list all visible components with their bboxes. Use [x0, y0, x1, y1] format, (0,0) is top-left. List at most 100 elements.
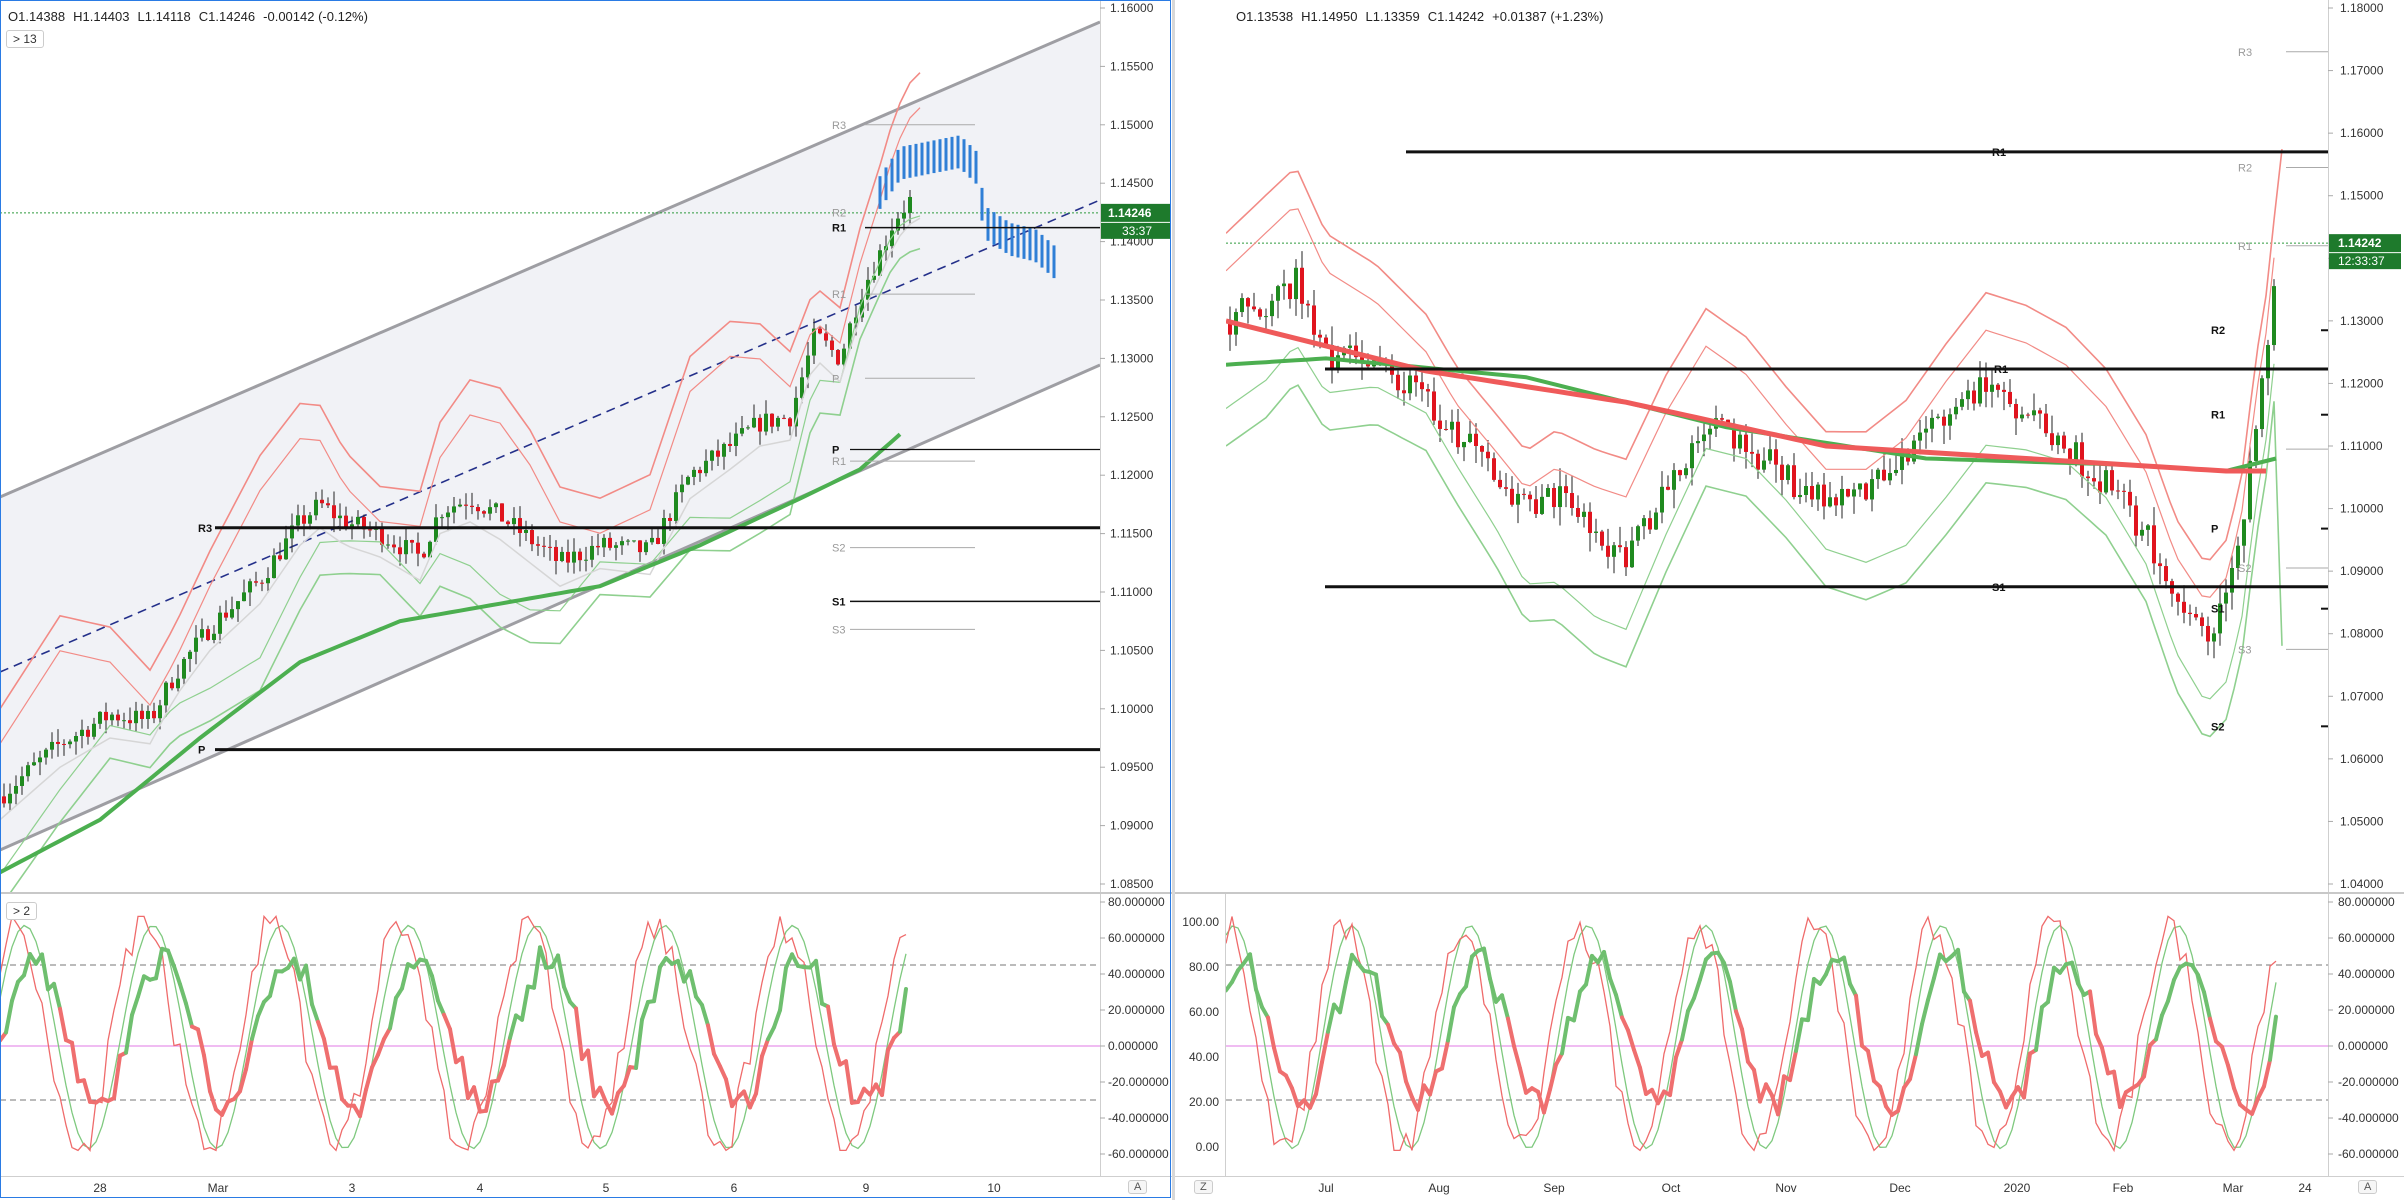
pivot-label: S1	[1992, 582, 2005, 594]
candle-body	[2056, 435, 2060, 446]
candle-body	[1858, 483, 1862, 490]
candle-body	[1408, 375, 1412, 394]
osc-heavy-segment	[1842, 955, 1852, 986]
osc-heavy-segment	[364, 1065, 374, 1092]
osc-heavy-segment	[1266, 1015, 1276, 1050]
pivot-label: R1	[832, 289, 846, 301]
candle-body	[1258, 309, 1262, 317]
candle-body	[248, 581, 252, 593]
left-osc-indicators-toggle[interactable]: > 2	[6, 902, 38, 920]
osc-heavy-segment	[778, 965, 788, 1013]
osc-tick-label: -20.000000	[1108, 1075, 1169, 1089]
candle-body	[494, 503, 498, 508]
candle-body	[1456, 421, 1460, 448]
right-time-axis[interactable]: Jul Aug Sep Oct Nov Dec 2020 Feb Mar 24	[1175, 1176, 2404, 1200]
candle-body	[2044, 413, 2048, 434]
candle-body	[1492, 458, 1496, 480]
candle-body	[1546, 487, 1550, 497]
osc-tick-label: 20.000000	[2338, 1003, 2395, 1017]
right-osc-left-axis[interactable]: 100.00 80.00 60.00 40.00 20.00 0.00	[1175, 894, 1226, 1176]
osc-heavy-segment	[2220, 1044, 2230, 1068]
osc-heavy-segment	[1326, 1002, 1336, 1034]
candle-body	[626, 540, 630, 542]
countdown-text: 12:33:37	[2338, 254, 2385, 268]
candle-body	[1318, 334, 1322, 338]
candle-body	[398, 547, 402, 555]
candle-body	[1780, 464, 1784, 480]
candle-body	[2182, 601, 2186, 613]
time-tick-label: 28	[93, 1181, 107, 1195]
left-osc-axis[interactable]: 80.000000 60.000000 40.000000 20.000000 0.00…	[1100, 894, 1172, 1176]
price-tick-label: 1.11000	[1110, 585, 1153, 599]
candle-body	[266, 578, 270, 584]
osc-heavy-segment	[2112, 1069, 2122, 1109]
pivot-label: S1	[832, 596, 845, 608]
candle-body	[758, 417, 762, 432]
osc-heavy-segment	[2172, 965, 2182, 982]
candle-body	[752, 417, 756, 428]
pivot-label: R2	[832, 207, 846, 219]
candle-body	[734, 433, 738, 446]
price-tick-label: 1.16000	[1110, 1, 1154, 15]
right-change: +0.01387 (+1.23%)	[1492, 9, 1604, 24]
osc-heavy-segment	[1272, 1045, 1282, 1074]
osc-heavy-segment	[1398, 1050, 1408, 1084]
candle-body	[140, 710, 144, 719]
right-zoom-button[interactable]: Z	[1194, 1180, 1213, 1194]
candle-body	[2242, 519, 2246, 546]
candle-body	[260, 582, 264, 584]
price-tick-label: 1.09000	[1110, 819, 1154, 833]
right-oscillator-pane[interactable]	[1226, 894, 2328, 1176]
left-price-axis[interactable]: 1.160001.155001.150001.145001.140001.135…	[1100, 0, 1172, 892]
osc-heavy-segment	[136, 974, 146, 999]
osc-heavy-segment	[154, 946, 164, 981]
osc-heavy-segment	[2118, 1090, 2128, 1109]
left-auto-scale-button[interactable]: A	[1128, 1180, 1148, 1194]
osc-heavy-segment	[1512, 1044, 1522, 1071]
candle-body	[1264, 316, 1268, 318]
osc-heavy-segment	[562, 984, 572, 1004]
candle-body	[1528, 494, 1532, 500]
candle-body	[1798, 494, 1802, 498]
left-indicators-toggle[interactable]: > 13	[6, 30, 44, 48]
candle-body	[1648, 518, 1652, 530]
osc-heavy-segment	[2250, 1096, 2260, 1116]
left-main-chart[interactable]: R3PPS1R1R3R2R1PR1S2S3	[0, 0, 1100, 892]
candle-body	[1684, 468, 1688, 476]
left-time-axis[interactable]: 28 Mar 3 4 5 6 9 10	[0, 1176, 1172, 1200]
right-osc-axis[interactable]: 80.000000 60.000000 40.000000 20.000000 0.00…	[2328, 894, 2404, 1176]
candle-body	[500, 503, 504, 522]
right-main-chart[interactable]: R3 R1 R2 R1 R2 R1 R1 P S2 S1 S1 S3 S2	[1226, 0, 2328, 892]
candle-body	[902, 212, 906, 219]
price-tick-label: 1.18000	[2340, 1, 2384, 15]
time-tick-label: Feb	[2113, 1181, 2134, 1195]
candle-body	[1642, 518, 1646, 527]
osc-tick-label: 60.000000	[1108, 931, 1165, 945]
candle-body	[1978, 377, 1982, 404]
right-price-axis[interactable]: 1.180001.170001.160001.150001.140001.130…	[2328, 0, 2404, 892]
candle-body	[1738, 434, 1742, 449]
candle-body	[776, 417, 780, 427]
candle-body	[170, 682, 174, 689]
price-tick-label: 1.04000	[2340, 877, 2384, 891]
candle-body	[278, 555, 282, 560]
candle-body	[554, 546, 558, 561]
candle-body	[2188, 612, 2192, 615]
right-auto-scale-button[interactable]: A	[2358, 1180, 2378, 1194]
candle-body	[1990, 384, 1994, 392]
candle-body	[158, 705, 162, 719]
osc-tick-label: -40.000000	[1108, 1111, 1169, 1125]
osc-heavy-segment	[2256, 1084, 2266, 1101]
osc-heavy-segment	[1518, 1066, 1528, 1095]
osc-heavy-segment	[712, 1051, 722, 1069]
left-oscillator-pane[interactable]	[0, 894, 1100, 1176]
osc-heavy-segment	[400, 962, 410, 991]
candle-body	[662, 517, 666, 544]
candle-body	[1996, 384, 2000, 390]
time-tick-label: Dec	[1889, 1181, 1910, 1195]
candle-body	[1438, 420, 1442, 429]
candle-body	[128, 720, 132, 724]
osc-heavy-segment	[2202, 990, 2212, 1021]
osc-heavy-segment	[1500, 993, 1510, 1021]
candle-body	[2140, 529, 2144, 536]
